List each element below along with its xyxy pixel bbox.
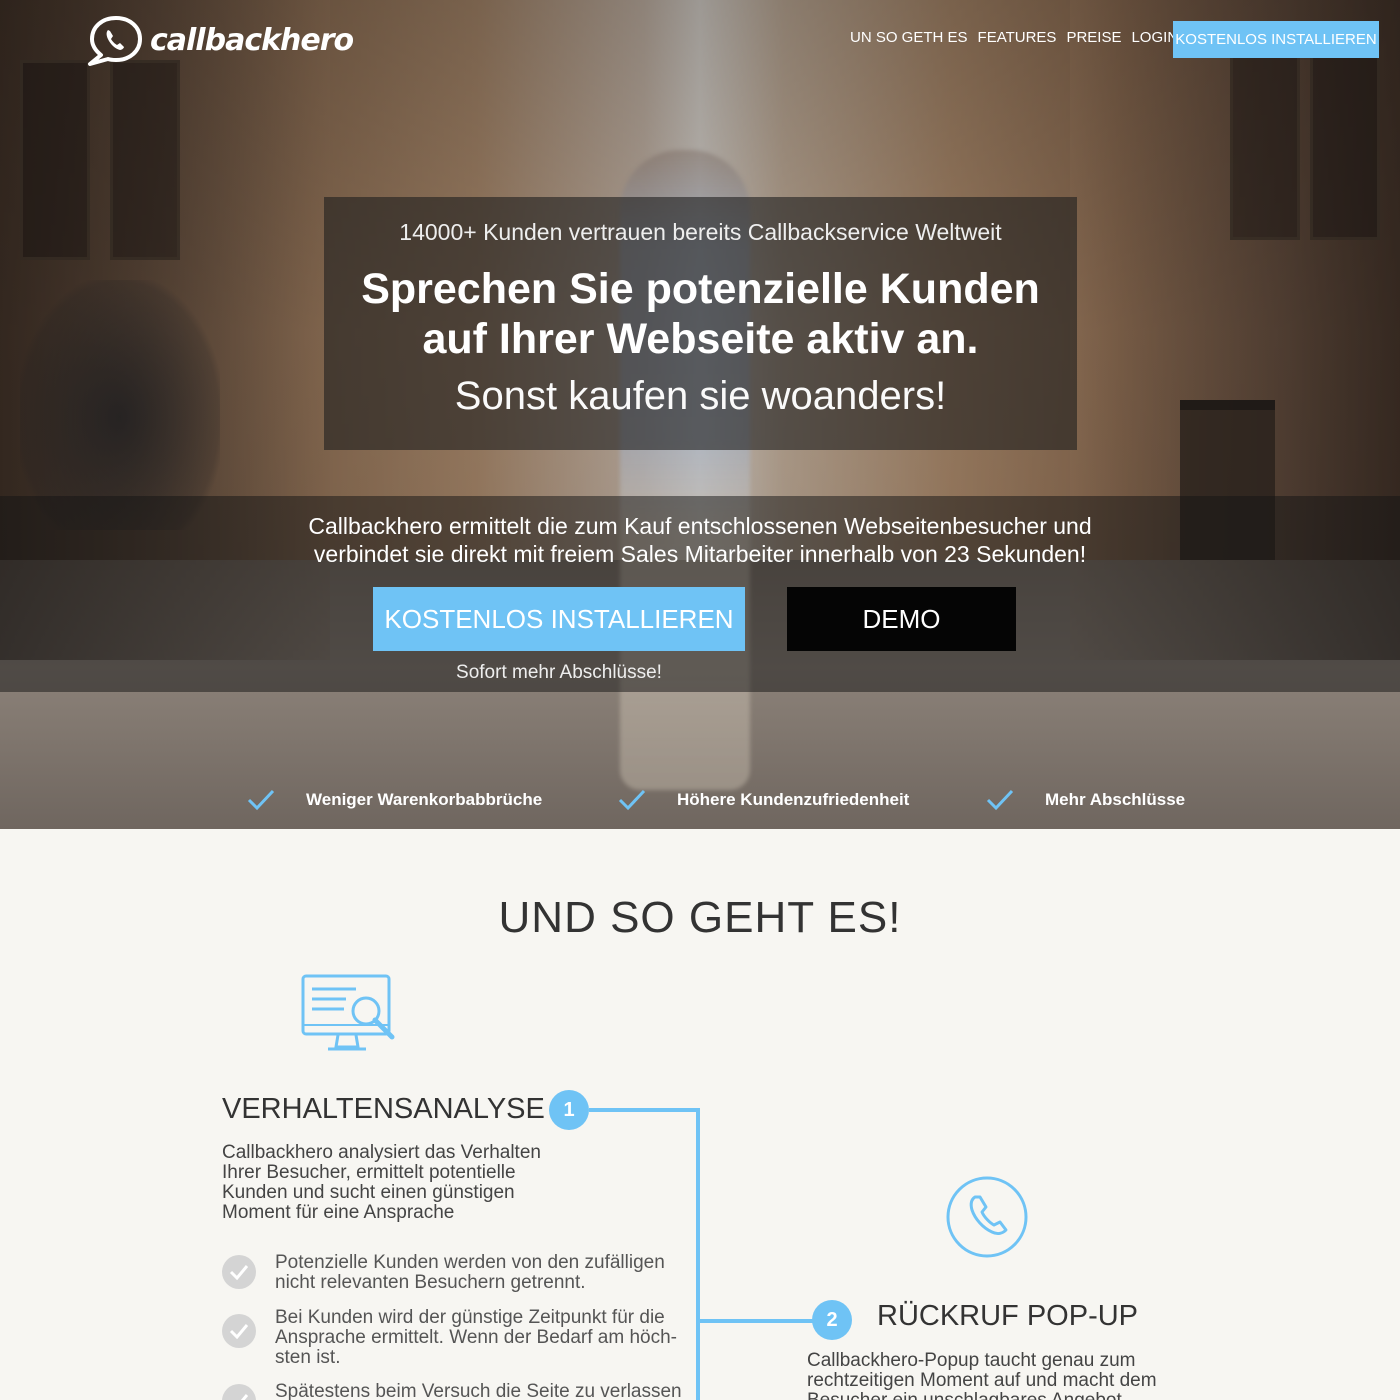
hero-window bbox=[20, 60, 90, 260]
hero-title-line: Sprechen Sie potenzielle Kunden bbox=[361, 265, 1040, 313]
hero-window bbox=[110, 60, 180, 260]
benefit-label: Mehr Abschlüsse bbox=[1045, 790, 1186, 809]
hero-subtitle: Sonst kaufen sie woanders! bbox=[454, 374, 947, 418]
benefits-row: Weniger Warenkorbabbrüche Höhere Kundenz… bbox=[0, 787, 1400, 819]
check-circle-icon bbox=[222, 1255, 256, 1289]
phone-bubble-logo-icon bbox=[88, 16, 142, 66]
section-title: UND SO GEHT ES! bbox=[498, 893, 902, 942]
hero-description-line: verbindet sie direkt mit freiem Sales Mi… bbox=[313, 541, 1087, 567]
benefit-item: Weniger Warenkorbabbrüche bbox=[246, 787, 542, 813]
hero-title: Sprechen Sie potenzielle Kunden auf Ihre… bbox=[324, 264, 1077, 364]
list-item: Bei Kunden wird der günstige Zeitpunkt f… bbox=[222, 1308, 682, 1368]
nav-install-button[interactable]: KOSTENLOS INSTALLIEREN bbox=[1173, 21, 1379, 58]
benefit-label: Weniger Warenkorbabbrüche bbox=[306, 790, 543, 809]
benefit-item: Mehr Abschlüsse bbox=[985, 787, 1185, 813]
check-icon bbox=[247, 789, 275, 811]
step-description-line: Kunden und sucht einen günstigen bbox=[222, 1182, 515, 1203]
cta-band: Callbackhero ermittelt die zum Kauf ents… bbox=[0, 496, 1400, 692]
nav-link-how-it-works[interactable]: UN SO GETH ES bbox=[850, 29, 968, 46]
demo-button[interactable]: DEMO bbox=[787, 587, 1016, 651]
headline-box: 14000+ Kunden vertrauen bereits Callback… bbox=[324, 197, 1077, 450]
step-connector bbox=[696, 1108, 700, 1400]
nav-link-login[interactable]: LOGIN bbox=[1131, 29, 1178, 46]
list-item-text: Bei Kunden wird der günstige Zeitpunkt f… bbox=[275, 1307, 678, 1368]
benefit-item: Höhere Kundenzufriedenheit bbox=[617, 787, 909, 813]
logo-text: callbackhero bbox=[150, 22, 354, 58]
step-description-line: Callbackhero analysiert das Verhalten bbox=[222, 1142, 541, 1163]
install-button[interactable]: KOSTENLOS INSTALLIEREN bbox=[373, 587, 745, 651]
list-item-text: Potenzielle Kunden werden von den zufäll… bbox=[275, 1252, 665, 1293]
list-item-text: Spätestens beim Versuch die Seite zu ver… bbox=[275, 1381, 682, 1400]
step-description-line: rechtzeitigen Moment auf und macht dem bbox=[807, 1370, 1157, 1391]
step-description-line: Ihrer Besucher, ermittelt potentielle bbox=[222, 1162, 516, 1183]
hero-window bbox=[1310, 40, 1380, 240]
step-number-badge: 2 bbox=[812, 1300, 852, 1340]
check-icon bbox=[986, 789, 1014, 811]
phone-icon bbox=[946, 1176, 1028, 1258]
hero-description-line: Callbackhero ermittelt die zum Kauf ents… bbox=[308, 513, 1092, 539]
main-nav: UN SO GETH ES FEATURES PREISE LOGIN bbox=[850, 29, 1178, 46]
check-circle-icon bbox=[222, 1314, 256, 1348]
check-circle-icon bbox=[222, 1384, 256, 1400]
hero-window bbox=[1230, 40, 1300, 240]
step-description-line: Moment für eine Ansprache bbox=[222, 1202, 455, 1223]
hero-scooter bbox=[20, 280, 220, 530]
hero-description: Callbackhero ermittelt die zum Kauf ents… bbox=[0, 512, 1400, 568]
step-connector bbox=[696, 1319, 814, 1323]
list-item: Potenzielle Kunden werden von den zufäll… bbox=[222, 1253, 682, 1293]
monitor-search-icon bbox=[301, 974, 395, 1051]
benefit-label: Höhere Kundenzufriedenheit bbox=[677, 790, 910, 809]
nav-link-pricing[interactable]: PREISE bbox=[1066, 29, 1121, 46]
step-title-callback-popup: RÜCKRUF POP-UP bbox=[877, 1300, 1139, 1332]
hero-title-line: auf Ihrer Webseite aktiv an. bbox=[422, 315, 979, 363]
hero-section: callbackhero UN SO GETH ES FEATURES PREI… bbox=[0, 0, 1400, 829]
nav-link-features[interactable]: FEATURES bbox=[978, 29, 1057, 46]
check-icon bbox=[618, 789, 646, 811]
step-description-line: Callbackhero-Popup taucht genau zum bbox=[807, 1350, 1136, 1371]
step-description: Callbackhero-Popup taucht genau zum rech… bbox=[807, 1351, 1157, 1400]
step-description-line: Besucher ein unschlagbares Angebot bbox=[807, 1390, 1122, 1400]
step-description: Callbackhero analysiert das Verhalten Ih… bbox=[222, 1143, 541, 1223]
list-item: Spätestens beim Versuch die Seite zu ver… bbox=[222, 1382, 682, 1400]
logo[interactable]: callbackhero bbox=[86, 14, 354, 66]
step-title-behavior-analysis: VERHALTENSANALYSE bbox=[222, 1093, 545, 1125]
step-connector bbox=[589, 1108, 700, 1112]
hero-tagline: Sofort mehr Abschlüsse! bbox=[456, 662, 662, 683]
step-number-badge: 1 bbox=[549, 1090, 589, 1130]
hero-pretitle: 14000+ Kunden vertrauen bereits Callback… bbox=[399, 219, 1002, 245]
